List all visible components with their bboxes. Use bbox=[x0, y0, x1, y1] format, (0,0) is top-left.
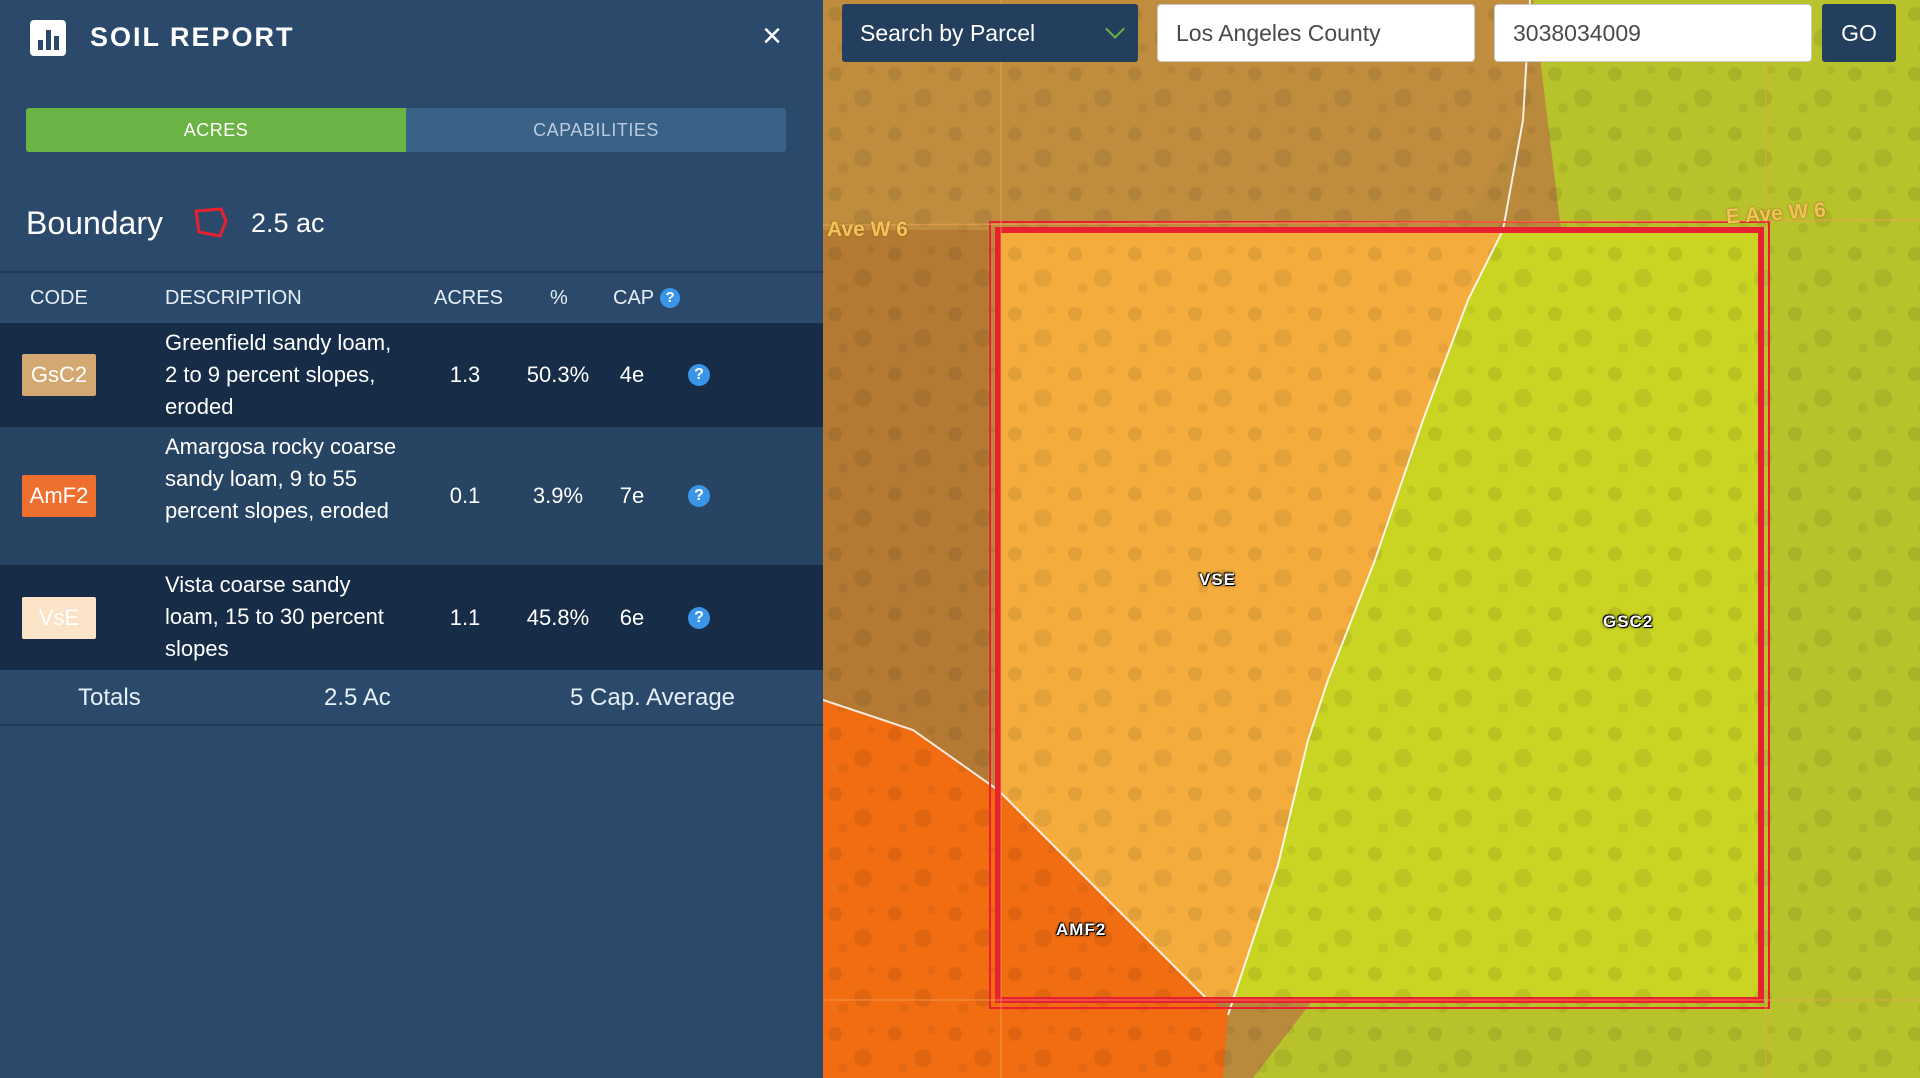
soil-description: Greenfield sandy loam, 2 to 9 percent sl… bbox=[165, 330, 392, 419]
header-cap: CAP? bbox=[613, 287, 681, 310]
go-button[interactable]: GO bbox=[1822, 4, 1896, 62]
header-cap-label: CAP bbox=[613, 287, 655, 309]
totals-cap-average: 5 Cap. Average bbox=[570, 684, 736, 711]
header-percent: % bbox=[550, 287, 568, 309]
header-code: CODE bbox=[30, 287, 88, 309]
street-label: Ave W 6 bbox=[827, 218, 908, 241]
panel-header: SOIL REPORT × bbox=[0, 0, 823, 76]
chevron-down-icon bbox=[1105, 19, 1125, 39]
tab-acres[interactable]: ACRES bbox=[26, 108, 406, 152]
polygon-outline-icon bbox=[194, 207, 228, 238]
soil-acres: 1.3 bbox=[449, 362, 481, 387]
boundary-summary: Boundary 2.5 ac bbox=[26, 198, 325, 248]
soil-cap: 7e bbox=[619, 483, 645, 508]
search-mode-dropdown[interactable]: Search by Parcel bbox=[842, 4, 1138, 62]
divider bbox=[0, 724, 823, 726]
question-circle-icon[interactable]: ? bbox=[688, 364, 710, 386]
totals-label: Totals bbox=[78, 684, 141, 711]
parcel-number-input[interactable] bbox=[1494, 4, 1812, 62]
tab-capabilities[interactable]: CAPABILITIES bbox=[406, 108, 786, 152]
panel-title: SOIL REPORT bbox=[90, 22, 295, 52]
soil-map-label-amf2: AMF2 bbox=[1056, 920, 1107, 939]
soil-cap: 4e bbox=[619, 362, 645, 387]
map-canvas bbox=[823, 0, 1920, 1078]
soil-percent: 45.8% bbox=[526, 605, 590, 630]
table-row: VsE Vista coarse sandy loam, 15 to 30 pe… bbox=[0, 565, 823, 670]
soil-map-label-gsc2: GSC2 bbox=[1603, 612, 1654, 631]
boundary-label: Boundary bbox=[26, 204, 163, 241]
question-circle-icon[interactable]: ? bbox=[688, 485, 710, 507]
table-row: GsC2 Greenfield sandy loam, 2 to 9 perce… bbox=[0, 323, 823, 427]
soil-acres: 0.1 bbox=[449, 483, 481, 508]
boundary-acres: 2.5 ac bbox=[250, 207, 325, 238]
soil-map[interactable]: Ave W 6 E Ave W 6 VSE GSC2 AMF2 bbox=[823, 0, 1920, 1078]
soil-description: Amargosa rocky coarse sandy loam, 9 to 5… bbox=[165, 434, 397, 523]
search-mode-label: Search by Parcel bbox=[860, 19, 1036, 46]
soil-cap: 6e bbox=[619, 605, 645, 630]
soil-code-badge: AmF2 bbox=[22, 475, 96, 517]
soil-map-label-vse: VSE bbox=[1199, 570, 1237, 589]
totals-acres: 2.5 Ac bbox=[324, 684, 391, 711]
header-acres: ACRES bbox=[434, 287, 503, 309]
soil-report-panel: SOIL REPORT × ACRES CAPABILITIES Boundar… bbox=[0, 0, 823, 1078]
soil-code-badge: VsE bbox=[22, 597, 96, 639]
close-icon[interactable]: × bbox=[756, 18, 788, 54]
soil-percent: 50.3% bbox=[526, 362, 590, 387]
table-header: CODE DESCRIPTION ACRES % CAP? bbox=[0, 273, 823, 323]
bar-chart-icon bbox=[30, 20, 66, 56]
table-row: AmF2 Amargosa rocky coarse sandy loam, 9… bbox=[0, 427, 823, 565]
county-input[interactable] bbox=[1157, 4, 1475, 62]
soil-percent: 3.9% bbox=[532, 483, 584, 508]
tab-bar: ACRES CAPABILITIES bbox=[26, 108, 786, 152]
question-circle-icon[interactable]: ? bbox=[660, 288, 681, 308]
soil-code-badge: GsC2 bbox=[22, 354, 96, 396]
soil-description: Vista coarse sandy loam, 15 to 30 percen… bbox=[165, 572, 384, 661]
soil-acres: 1.1 bbox=[449, 605, 481, 630]
header-description: DESCRIPTION bbox=[165, 287, 302, 309]
totals-row: Totals 2.5 Ac 5 Cap. Average bbox=[0, 670, 823, 724]
question-circle-icon[interactable]: ? bbox=[688, 607, 710, 629]
